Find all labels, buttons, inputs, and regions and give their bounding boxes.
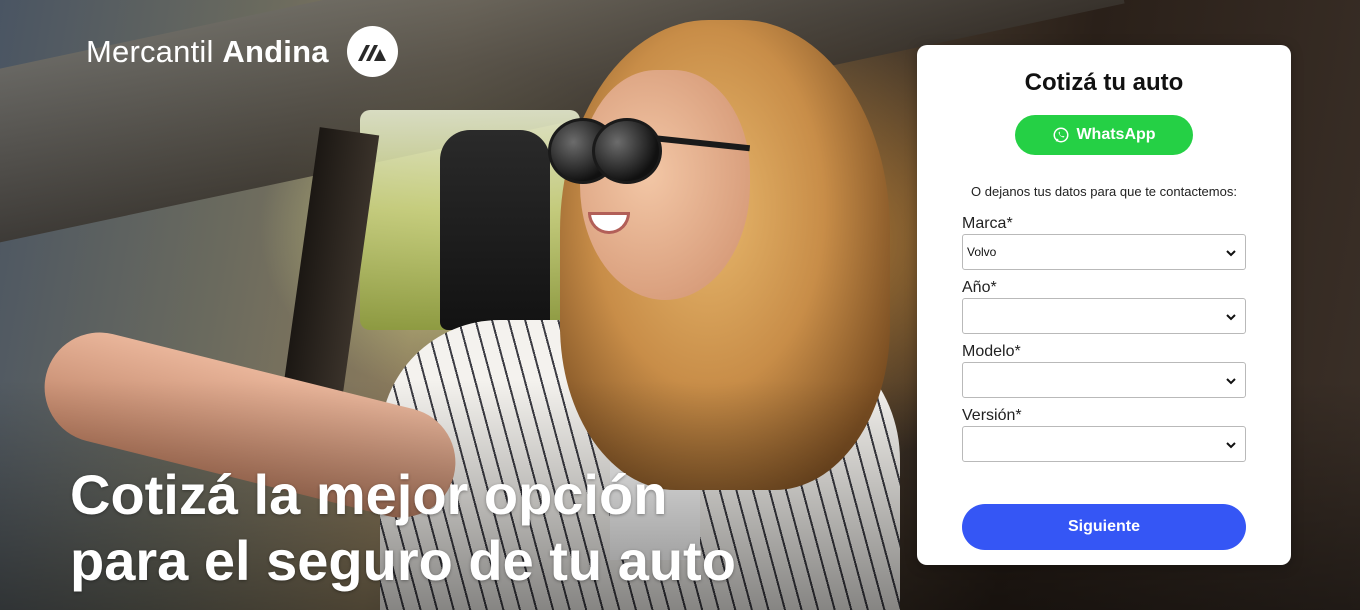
- brand-name-bold: Andina: [222, 33, 329, 69]
- anio-select[interactable]: [962, 298, 1246, 334]
- headline-line-2: para el seguro de tu auto: [70, 529, 736, 592]
- modelo-select[interactable]: [962, 362, 1246, 398]
- marca-label: Marca*: [962, 215, 1013, 232]
- marca-select[interactable]: Volvo: [962, 234, 1246, 270]
- whatsapp-button[interactable]: WhatsApp: [1015, 115, 1193, 155]
- anio-label: Año*: [962, 279, 997, 296]
- whatsapp-icon: [1053, 127, 1069, 143]
- sunglasses-lens-right: [592, 118, 662, 184]
- brand-name: Mercantil Andina: [86, 34, 329, 70]
- brand-name-light: Mercantil: [86, 33, 214, 69]
- chevron-down-icon: [1226, 442, 1236, 449]
- hero-headline: Cotizá la mejor opción para el seguro de…: [70, 462, 850, 594]
- chevron-down-icon: [1226, 314, 1236, 321]
- chevron-down-icon: [1226, 250, 1236, 257]
- whatsapp-label: WhatsApp: [1076, 126, 1156, 143]
- brand-header[interactable]: Mercantil Andina: [86, 26, 398, 77]
- marca-selected-value: Volvo: [967, 245, 997, 259]
- version-label: Versión*: [962, 407, 1022, 424]
- chevron-down-icon: [1226, 378, 1236, 385]
- quote-form-card: Cotizá tu auto WhatsApp O dejanos tus da…: [917, 45, 1291, 565]
- woman-face: [580, 70, 750, 300]
- form-intro-text: O dejanos tus datos para que te contacte…: [971, 184, 1237, 199]
- headline-line-1: Cotizá la mejor opción: [70, 463, 668, 526]
- siguiente-button[interactable]: Siguiente: [962, 504, 1246, 550]
- version-select[interactable]: [962, 426, 1246, 462]
- form-title: Cotizá tu auto: [1024, 69, 1184, 96]
- mercantil-andina-logo-icon: [346, 26, 398, 77]
- car-headrest: [440, 130, 550, 330]
- modelo-label: Modelo*: [962, 343, 1021, 360]
